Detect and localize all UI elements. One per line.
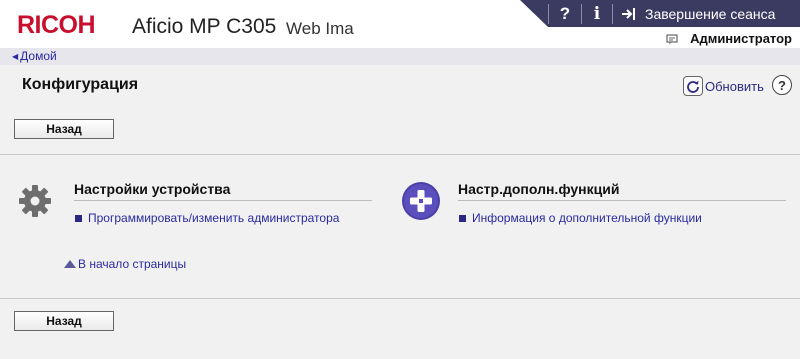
link-program-admin[interactable]: Программировать/изменить администратора xyxy=(75,211,339,225)
refresh-icon xyxy=(683,76,703,96)
top-toolbar: ? i Завершение сеанса xyxy=(520,0,800,27)
chevron-left-icon: ◀ xyxy=(12,51,19,61)
logout-button[interactable]: Завершение сеанса xyxy=(613,0,783,27)
product-name: Web Ima xyxy=(286,19,354,38)
refresh-label: Обновить xyxy=(705,78,764,94)
model-name: Aficio MP C305 xyxy=(132,15,277,38)
back-button-bottom[interactable]: Назад xyxy=(14,311,114,331)
back-to-top-link[interactable]: В начало страницы xyxy=(64,257,186,271)
section-title-device-settings: Настройки устройства xyxy=(74,181,372,201)
bullet-icon xyxy=(459,214,466,222)
header: RICOH Aficio MP C305 Web Ima ? i Заверше… xyxy=(0,0,800,48)
page-help-icon[interactable]: ? xyxy=(772,75,792,95)
main-content: Конфигурация Обновить ? Назад Настройки … xyxy=(0,65,800,359)
user-indicator: Администратор xyxy=(666,28,792,48)
link-label: Информация о дополнительной функции xyxy=(472,211,702,225)
brand-logo: RICOH xyxy=(17,11,96,39)
section-title-extended-functions: Настр.дополн.функций xyxy=(458,181,786,201)
divider xyxy=(0,154,800,155)
link-label: Программировать/изменить администратора xyxy=(88,211,340,225)
back-to-top-label: В начало страницы xyxy=(78,257,187,271)
logout-arrow-icon xyxy=(621,7,639,21)
breadcrumb: ◀ Домой xyxy=(0,48,800,65)
help-icon: ? xyxy=(559,3,571,23)
breadcrumb-home-label: Домой xyxy=(20,49,57,63)
plus-circle-icon xyxy=(401,181,441,221)
user-card-icon xyxy=(666,33,678,44)
user-name: Администратор xyxy=(690,30,792,46)
page-title: Конфигурация xyxy=(22,76,139,93)
bullet-icon xyxy=(75,214,82,222)
info-button[interactable]: i xyxy=(582,0,612,27)
logout-label: Завершение сеанса xyxy=(645,5,776,22)
arrow-up-icon xyxy=(64,260,76,268)
help-button[interactable]: ? xyxy=(549,0,581,27)
refresh-button[interactable]: Обновить xyxy=(683,76,764,96)
divider xyxy=(0,298,800,299)
back-button-top[interactable]: Назад xyxy=(14,119,114,139)
info-icon: i xyxy=(593,3,601,24)
link-extended-info[interactable]: Информация о дополнительной функции xyxy=(459,211,702,225)
breadcrumb-home-link[interactable]: ◀ Домой xyxy=(12,49,57,63)
gear-icon xyxy=(15,181,55,221)
